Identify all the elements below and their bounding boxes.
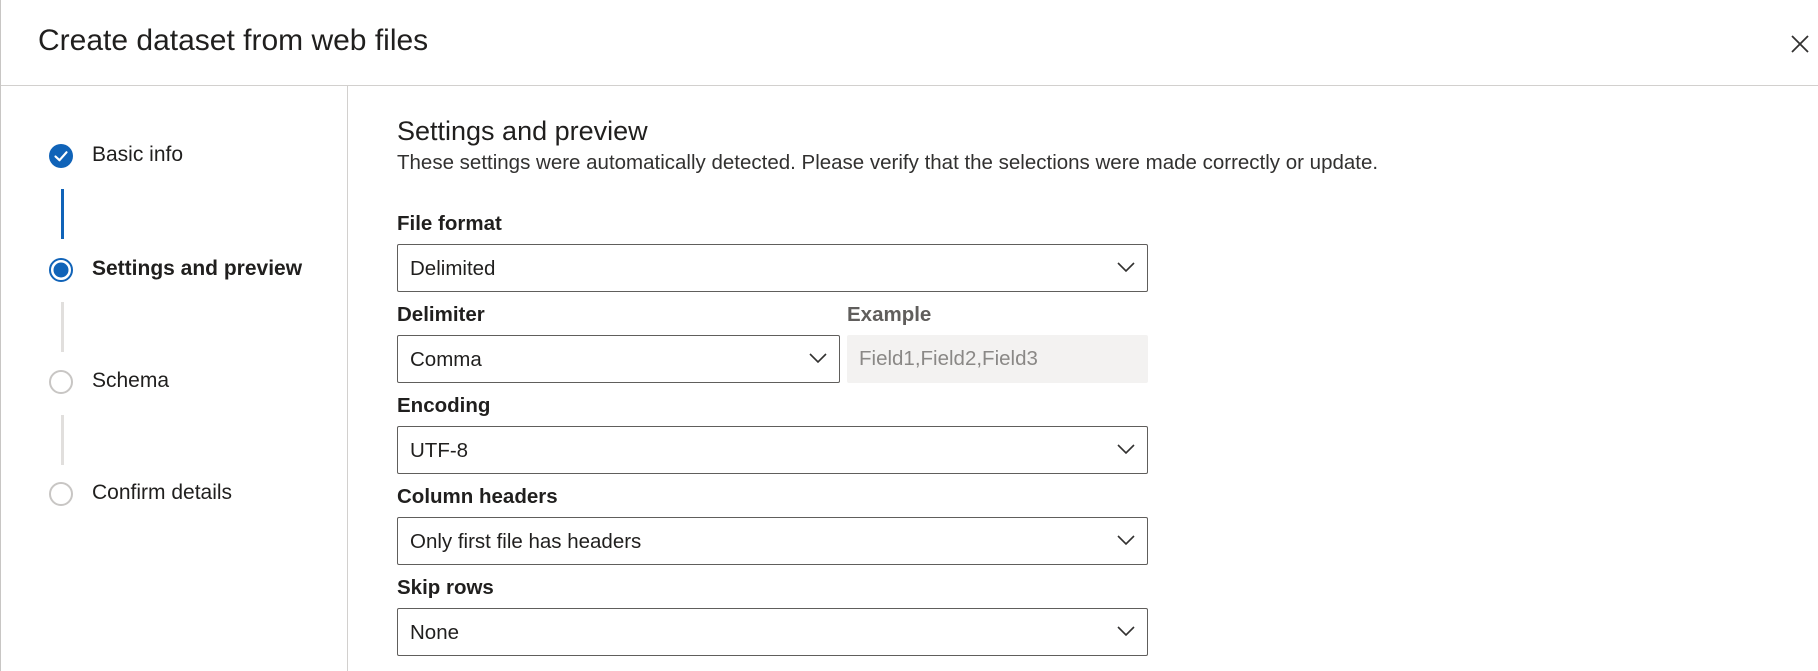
step-label: Schema [92,369,170,392]
section-description: These settings were automatically detect… [397,151,1379,174]
file-format-value: Delimited [410,257,496,280]
settings-panel: Settings and preview These settings were… [348,86,1818,671]
column-headers-label: Column headers [397,485,558,508]
skip-rows-label: Skip rows [397,576,494,599]
example-value: Field1,Field2,Field3 [859,347,1038,370]
skip-rows-value: None [410,621,460,644]
empty-circle-icon [49,482,73,506]
file-format-label: File format [397,212,502,235]
column-headers-value: Only first file has headers [410,530,642,553]
dialog-title: Create dataset from web files [38,24,429,57]
chevron-down-icon [1117,262,1135,273]
chevron-down-icon [1117,444,1135,455]
chevron-down-icon [1117,626,1135,637]
close-button[interactable] [1787,31,1813,57]
current-step-icon [49,258,73,282]
delimiter-dropdown[interactable]: Comma [397,335,840,383]
encoding-dropdown[interactable]: UTF-8 [397,426,1148,474]
chevron-down-icon [809,353,827,364]
section-title: Settings and preview [397,116,648,146]
example-field: Field1,Field2,Field3 [847,335,1148,383]
wizard-steps: Basic info Settings and preview Schema C… [1,86,348,671]
step-connector [61,302,64,352]
empty-circle-icon [49,370,73,394]
step-label: Basic info [92,143,184,166]
delimiter-value: Comma [410,348,482,371]
file-format-dropdown[interactable]: Delimited [397,244,1148,292]
column-headers-dropdown[interactable]: Only first file has headers [397,517,1148,565]
create-dataset-dialog: Create dataset from web files Basic info… [0,0,1818,671]
encoding-label: Encoding [397,394,491,417]
skip-rows-dropdown[interactable]: None [397,608,1148,656]
step-connector [61,189,64,239]
delimiter-label: Delimiter [397,303,485,326]
step-label: Settings and preview [92,257,303,280]
example-label: Example [847,303,932,326]
close-icon [1791,35,1809,53]
dialog-header: Create dataset from web files [1,0,1818,86]
encoding-value: UTF-8 [410,439,469,462]
step-connector [61,415,64,465]
step-label: Confirm details [92,481,233,504]
chevron-down-icon [1117,535,1135,546]
check-circle-icon [49,144,73,168]
